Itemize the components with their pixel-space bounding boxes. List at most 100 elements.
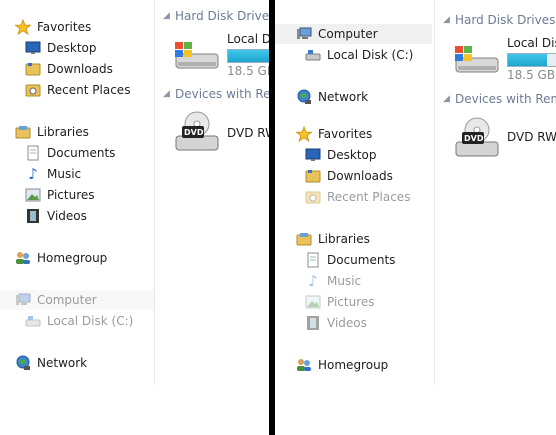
nav-item-music[interactable]: ♪ Music: [304, 271, 361, 291]
nav-computer-label: Computer: [37, 293, 97, 307]
left-pane-splitter[interactable]: [154, 0, 155, 385]
nav-item-music-label: Music: [327, 274, 362, 288]
documents-icon: [24, 145, 42, 161]
computer-icon: [14, 292, 32, 308]
nav-favorites-label: Favorites: [37, 20, 92, 34]
libraries-icon: [295, 231, 313, 247]
nav-item-videos[interactable]: Videos: [304, 313, 367, 333]
left-devices-group-label: Devices with Remo: [175, 87, 269, 101]
network-icon: [295, 89, 313, 105]
star-icon: [295, 126, 313, 142]
music-icon: ♪: [28, 165, 38, 183]
right-hard-disk-group-header[interactable]: ◢ Hard Disk Drives (: [443, 13, 556, 27]
nav-item-recent-places[interactable]: Recent Places: [24, 80, 130, 100]
nav-favorites[interactable]: Favorites: [14, 17, 91, 37]
right-hard-disk-group-label: Hard Disk Drives (: [455, 13, 556, 27]
left-disk-usage-fill: [228, 50, 269, 62]
homegroup-icon: [295, 357, 313, 373]
collapse-chevron-icon: ◢: [163, 89, 170, 99]
nav-network-label: Network: [318, 90, 369, 104]
nav-network[interactable]: Network: [295, 87, 368, 107]
nav-homegroup-label: Homegroup: [37, 251, 108, 265]
nav-item-music[interactable]: ♪ Music: [24, 164, 81, 184]
nav-item-pictures-label: Pictures: [327, 295, 375, 309]
music-icon: ♪: [308, 272, 318, 290]
nav-item-videos-label: Videos: [47, 209, 87, 223]
nav-item-pictures[interactable]: Pictures: [304, 292, 375, 312]
nav-item-local-disk-label: Local Disk (C:): [327, 48, 414, 62]
nav-computer[interactable]: Computer: [0, 290, 154, 310]
dvd-badge: DVD: [184, 128, 204, 137]
nav-item-local-disk[interactable]: Local Disk (C:): [304, 45, 413, 65]
nav-computer[interactable]: Computer: [275, 24, 432, 44]
right-navigation-pane: Computer Local Disk (C:) Network Favorit…: [275, 0, 434, 435]
nav-item-downloads-label: Downloads: [327, 169, 393, 183]
videos-icon: [24, 208, 42, 224]
nav-item-downloads[interactable]: Downloads: [24, 59, 113, 79]
right-devices-group-header[interactable]: ◢ Devices with Remo: [443, 92, 556, 106]
nav-network[interactable]: Network: [14, 353, 87, 373]
left-explorer-panel: Favorites Desktop Downloads Recent Place…: [0, 0, 269, 435]
nav-item-desktop[interactable]: Desktop: [304, 145, 377, 165]
nav-computer-label: Computer: [318, 27, 378, 41]
nav-item-recent-places[interactable]: Recent Places: [304, 187, 410, 207]
left-disk-free-space: 18.5 GB: [227, 64, 269, 78]
left-dvd-name: DVD RW: [227, 126, 269, 140]
documents-icon: [304, 252, 322, 268]
computer-icon: [295, 26, 313, 42]
nav-item-desktop[interactable]: Desktop: [24, 38, 97, 58]
left-disk-usage-bar: [227, 49, 269, 63]
collapse-chevron-icon: ◢: [443, 94, 450, 104]
nav-item-downloads[interactable]: Downloads: [304, 166, 393, 186]
nav-libraries-label: Libraries: [37, 125, 89, 139]
nav-item-recent-places-label: Recent Places: [327, 190, 411, 204]
right-pane-splitter[interactable]: [434, 0, 435, 385]
nav-homegroup[interactable]: Homegroup: [14, 248, 107, 268]
nav-libraries[interactable]: Libraries: [295, 229, 370, 249]
nav-item-recent-places-label: Recent Places: [47, 83, 131, 97]
star-icon: [14, 19, 32, 35]
nav-item-desktop-label: Desktop: [327, 148, 377, 162]
nav-item-local-disk[interactable]: Local Disk (C:): [24, 311, 133, 331]
right-devices-group-label: Devices with Remo: [455, 92, 556, 106]
nav-libraries-label: Libraries: [318, 232, 370, 246]
right-local-disk-name: Local Disk: [507, 36, 556, 50]
nav-favorites[interactable]: Favorites: [295, 124, 372, 144]
nav-homegroup[interactable]: Homegroup: [295, 355, 388, 375]
pictures-icon: [24, 187, 42, 203]
left-devices-group-header[interactable]: ◢ Devices with Remo: [163, 87, 269, 101]
nav-libraries[interactable]: Libraries: [14, 122, 89, 142]
left-navigation-pane: Favorites Desktop Downloads Recent Place…: [0, 0, 154, 435]
left-hard-disk-group-label: Hard Disk Drives (: [175, 9, 269, 23]
nav-item-desktop-label: Desktop: [47, 41, 97, 55]
left-hard-disk-group-header[interactable]: ◢ Hard Disk Drives (: [163, 9, 269, 23]
collapse-chevron-icon: ◢: [163, 11, 170, 21]
nav-item-videos-label: Videos: [327, 316, 367, 330]
right-disk-usage-fill: [508, 54, 548, 66]
nav-favorites-label: Favorites: [318, 127, 373, 141]
nav-item-videos[interactable]: Videos: [24, 206, 87, 226]
nav-homegroup-label: Homegroup: [318, 358, 389, 372]
dvd-drive-icon: DVD: [452, 116, 502, 163]
nav-network-label: Network: [37, 356, 88, 370]
nav-item-documents[interactable]: Documents: [304, 250, 395, 270]
recent-places-icon: [24, 82, 42, 98]
nav-item-pictures-label: Pictures: [47, 188, 95, 202]
left-local-disk-name: Local Dis: [227, 32, 269, 46]
local-disk-icon: [304, 47, 322, 63]
dvd-drive-icon: DVD: [172, 110, 222, 157]
homegroup-icon: [14, 250, 32, 266]
windows-drive-icon: [452, 44, 502, 81]
nav-item-documents[interactable]: Documents: [24, 143, 115, 163]
downloads-folder-icon: [24, 61, 42, 77]
desktop-icon: [24, 40, 42, 56]
pictures-icon: [304, 294, 322, 310]
nav-item-pictures[interactable]: Pictures: [24, 185, 95, 205]
desktop-icon: [304, 147, 322, 163]
downloads-folder-icon: [304, 168, 322, 184]
collapse-chevron-icon: ◢: [443, 15, 450, 25]
recent-places-icon: [304, 189, 322, 205]
dvd-badge: DVD: [464, 134, 484, 143]
nav-item-documents-label: Documents: [47, 146, 116, 160]
videos-icon: [304, 315, 322, 331]
